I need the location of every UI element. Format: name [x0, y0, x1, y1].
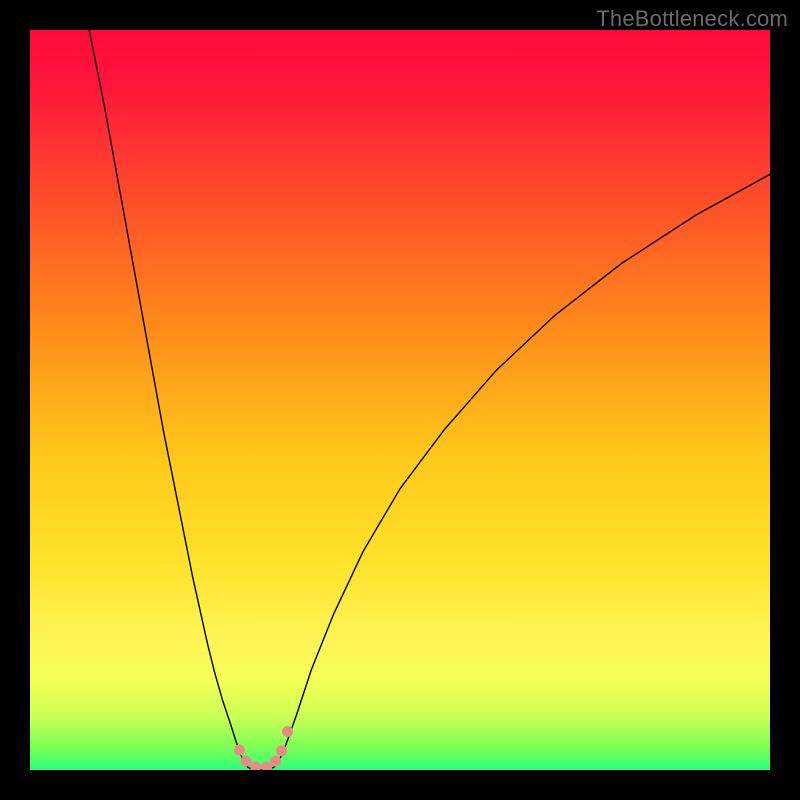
salmon-dot-6: [282, 726, 293, 737]
curves-layer: [30, 30, 770, 770]
series-right-curve: [279, 174, 770, 761]
salmon-dot-1: [241, 756, 252, 767]
plot-area: [30, 30, 770, 770]
watermark-text: TheBottleneck.com: [596, 6, 788, 32]
salmon-dot-4: [270, 756, 281, 767]
salmon-dot-0: [234, 745, 245, 756]
salmon-dot-2: [250, 762, 261, 770]
chart-frame: TheBottleneck.com: [0, 0, 800, 800]
series-left-curve: [89, 30, 244, 761]
salmon-dot-5: [276, 745, 287, 756]
